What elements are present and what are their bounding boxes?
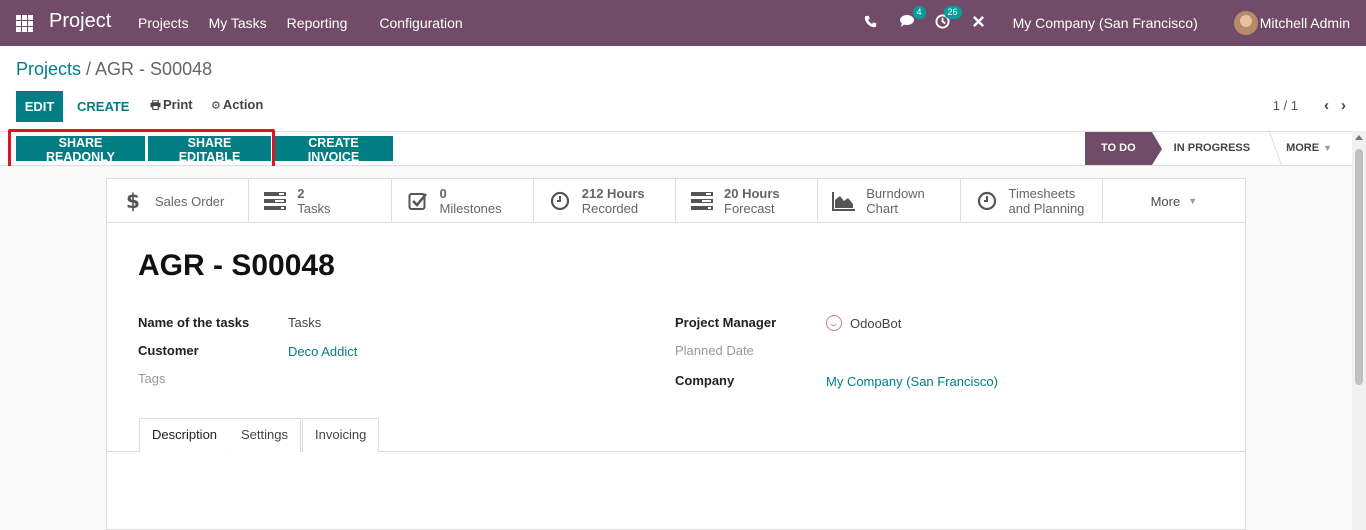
- create-invoice-button[interactable]: CREATE INVOICE: [274, 136, 393, 164]
- smart-label: Recorded: [581, 201, 639, 216]
- breadcrumb-projects[interactable]: Projects: [16, 59, 81, 79]
- smart-value: Timesheets: [1008, 186, 1076, 201]
- tab-settings[interactable]: Settings: [229, 418, 301, 452]
- record-title: AGR - S00048: [138, 249, 335, 282]
- smart-more-label: More: [1150, 193, 1181, 209]
- notebook-tabs: Description Settings Invoicing: [107, 418, 1245, 453]
- field-label-task-name: Name of the tasks: [138, 315, 250, 330]
- smart-value: Burndown: [866, 186, 925, 201]
- clock-icon: [548, 189, 572, 213]
- tab-invoicing[interactable]: Invoicing: [302, 418, 380, 452]
- menu-configuration[interactable]: Configuration: [369, 15, 472, 31]
- smart-buttons: $ Sales Order 2 Tasks 0 Milestones 212 Hou…: [107, 179, 1245, 223]
- dollar-icon: $: [121, 189, 145, 213]
- check-square-icon: [406, 189, 430, 213]
- field-tags[interactable]: [288, 371, 588, 387]
- menu-reporting[interactable]: Reporting: [277, 15, 358, 31]
- smart-label: Sales Order: [155, 193, 225, 209]
- field-label-company: Company: [675, 373, 735, 388]
- stage-more-label: MORE: [1286, 142, 1320, 154]
- smart-label: Milestones: [439, 201, 502, 216]
- tasks-icon: [690, 189, 714, 213]
- user-name: Mitchell Admin: [1259, 15, 1350, 31]
- breadcrumb-current: AGR - S00048: [95, 59, 213, 79]
- close-icon[interactable]: [966, 15, 992, 32]
- smart-button-recorded[interactable]: 212 Hours Recorded: [534, 179, 676, 223]
- smart-button-forecast[interactable]: 20 Hours Forecast: [676, 179, 819, 223]
- phone-icon[interactable]: [858, 15, 884, 32]
- apps-menu-icon[interactable]: [16, 15, 33, 32]
- smart-button-more[interactable]: More ▼: [1103, 179, 1245, 223]
- field-company[interactable]: My Company (San Francisco): [826, 374, 998, 389]
- smart-button-milestones[interactable]: 0 Milestones: [392, 179, 534, 223]
- tab-description[interactable]: Description: [139, 418, 231, 453]
- messages-icon[interactable]: 4: [894, 6, 926, 32]
- field-task-name[interactable]: Tasks: [288, 315, 321, 330]
- create-button[interactable]: CREATE: [69, 91, 137, 122]
- avatar: [1233, 11, 1258, 35]
- stage-in-progress[interactable]: IN PROGRESS: [1152, 132, 1272, 165]
- app-name[interactable]: Project: [49, 10, 111, 33]
- smart-label: Tasks: [297, 201, 331, 216]
- smart-button-timesheets[interactable]: Timesheets and Planning: [961, 179, 1103, 223]
- smart-label: Forecast: [724, 201, 775, 216]
- smart-label: Chart: [866, 201, 899, 216]
- clock-icon: [975, 189, 999, 213]
- field-label-tags: Tags: [138, 371, 166, 386]
- stage-more[interactable]: MORE ▼: [1272, 132, 1346, 165]
- activities-badge: 26: [943, 5, 962, 19]
- tasks-icon: [263, 189, 287, 213]
- systray: 4 26 My Company (San Francisco) Mitchell…: [853, 0, 1366, 46]
- scroll-thumb[interactable]: [1355, 149, 1363, 385]
- print-label: Print: [163, 97, 193, 112]
- smart-value: 2: [297, 186, 305, 201]
- top-navbar: Project Projects My Tasks Reporting Conf…: [0, 0, 1366, 46]
- svg-text:$: $: [126, 190, 140, 212]
- edit-button[interactable]: EDIT: [16, 91, 63, 122]
- gear-icon: ⚙: [211, 100, 221, 112]
- pager-previous-icon[interactable]: ‹: [1324, 97, 1329, 114]
- company-switcher[interactable]: My Company (San Francisco): [1013, 15, 1198, 31]
- project-manager-name: OdooBot: [850, 316, 902, 331]
- caret-down-icon: ▼: [1188, 196, 1198, 206]
- messages-badge: 4: [912, 6, 926, 19]
- stage-todo[interactable]: TO DO: [1085, 132, 1162, 165]
- print-icon: [150, 99, 161, 111]
- field-project-manager[interactable]: OdooBot: [826, 315, 901, 331]
- print-button[interactable]: Print: [150, 97, 193, 112]
- smart-value: 20 Hours: [724, 186, 780, 201]
- activities-icon[interactable]: 26: [930, 5, 962, 33]
- main-menu: Projects My Tasks Reporting Configuratio…: [128, 0, 473, 46]
- smart-label: and Planning: [1008, 201, 1085, 216]
- field-planned-date[interactable]: [826, 343, 1126, 359]
- menu-my-tasks[interactable]: My Tasks: [199, 15, 277, 31]
- pager: 1 / 1 ‹ ›: [1273, 97, 1346, 114]
- field-label-planned-date: Planned Date: [675, 343, 754, 358]
- caret-down-icon: ▼: [1323, 143, 1332, 153]
- pager-next-icon[interactable]: ›: [1341, 97, 1346, 114]
- field-label-customer: Customer: [138, 343, 199, 358]
- smart-button-tasks[interactable]: 2 Tasks: [249, 179, 392, 223]
- action-label: Action: [222, 97, 264, 112]
- smart-value: 0: [439, 186, 447, 201]
- action-button[interactable]: ⚙ Action: [211, 97, 263, 112]
- field-customer[interactable]: Deco Addict: [288, 344, 357, 359]
- smart-button-sales-order[interactable]: $ Sales Order: [107, 179, 250, 223]
- stage-pipeline: TO DO IN PROGRESS MORE ▼: [1085, 132, 1346, 165]
- breadcrumb-separator: /: [81, 59, 96, 79]
- area-chart-icon: [832, 189, 856, 213]
- form-sheet: $ Sales Order 2 Tasks 0 Milestones 212 Hou…: [106, 178, 1246, 530]
- pager-value[interactable]: 1 / 1: [1273, 98, 1298, 113]
- breadcrumb: Projects / AGR - S00048: [16, 59, 212, 80]
- user-menu[interactable]: Mitchell Admin: [1233, 11, 1350, 35]
- scrollbar[interactable]: [1352, 131, 1366, 530]
- odoobot-avatar-icon: [826, 315, 842, 331]
- field-label-project-manager: Project Manager: [675, 315, 777, 330]
- smart-value: 212 Hours: [581, 186, 645, 201]
- menu-projects[interactable]: Projects: [128, 15, 199, 31]
- scroll-up-icon[interactable]: [1355, 135, 1363, 140]
- smart-button-burndown[interactable]: Burndown Chart: [818, 179, 961, 223]
